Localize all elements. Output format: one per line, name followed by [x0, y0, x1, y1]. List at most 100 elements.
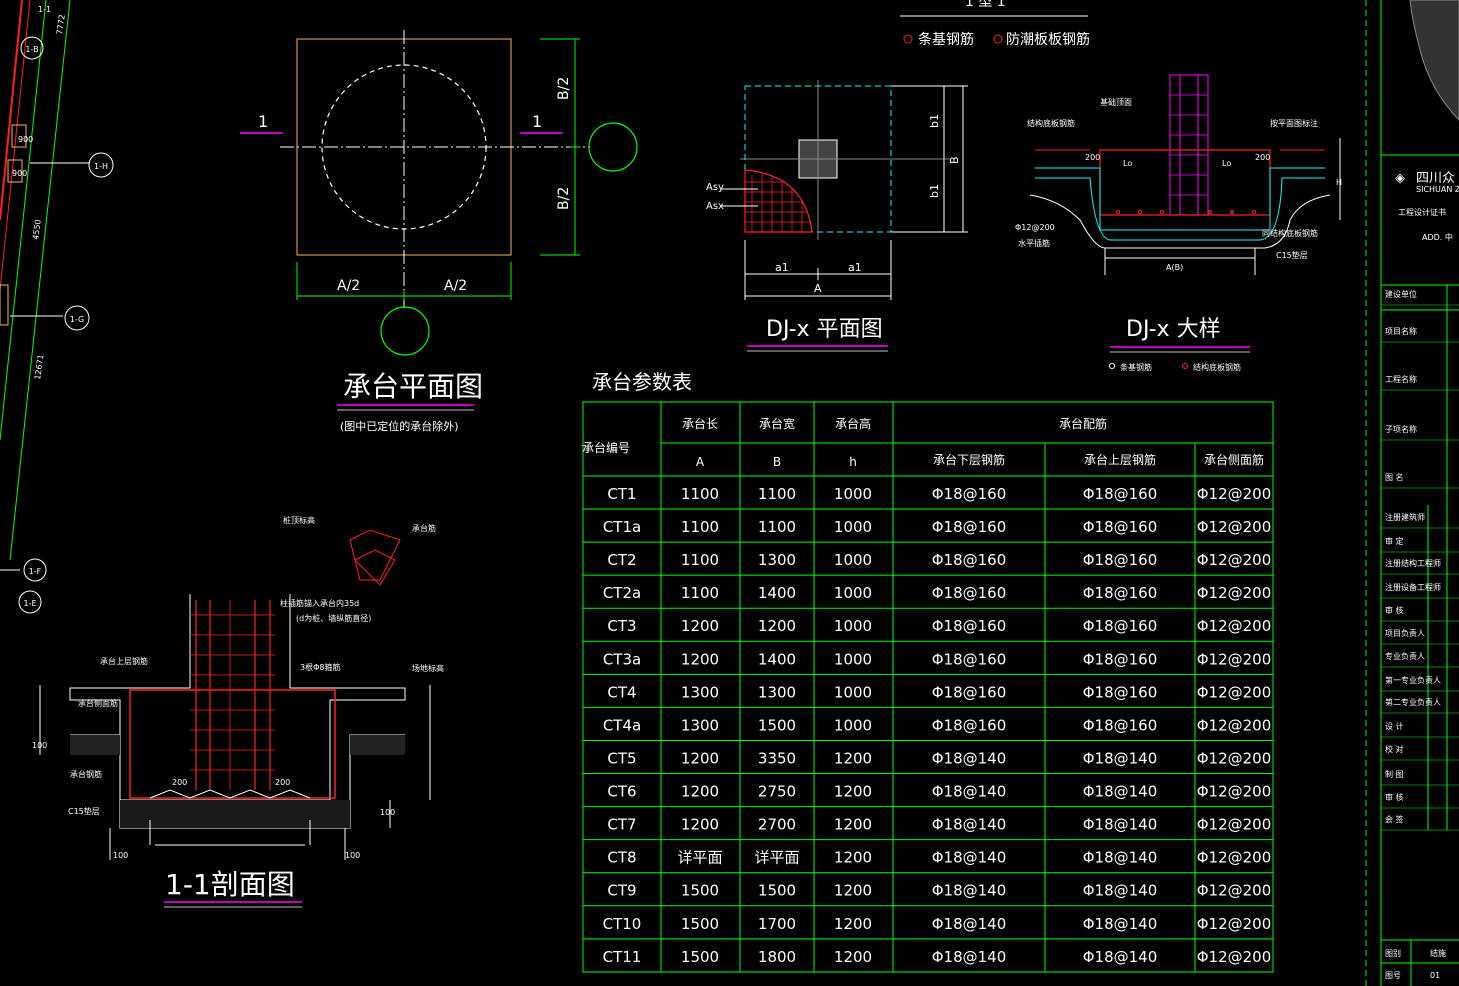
title-block-row-label: 审 核 [1385, 605, 1404, 615]
table-cell: 1100 [681, 584, 719, 602]
dim-a-half-right: A/2 [444, 278, 467, 294]
section-label-8: 承台筋 [412, 523, 436, 533]
dj-A: A [814, 282, 822, 295]
table-cell: 1800 [758, 948, 796, 966]
table-cell: 1200 [834, 749, 872, 767]
tb-footer1: 图别 [1385, 949, 1401, 958]
dj-detail-horizontal: 水平插筋 [1018, 238, 1050, 248]
dj-asx: Asx [706, 201, 724, 212]
table-cell: 1200 [834, 915, 872, 933]
table-cell: Φ18@140 [932, 948, 1007, 966]
table-cell: Φ18@160 [932, 650, 1007, 668]
table-cell: Φ18@140 [932, 783, 1007, 801]
title-block-row-label: 子项名称 [1385, 424, 1417, 434]
company-name-en: SICHUAN ZHO [1416, 185, 1459, 194]
title-block-row-label: 制 图 [1385, 769, 1404, 779]
table-cell: Φ18@160 [1083, 650, 1158, 668]
table-cell: 1500 [758, 716, 796, 734]
table-cell: Φ18@160 [932, 584, 1007, 602]
title-block-row-label: 第二专业负责人 [1385, 697, 1441, 707]
table-cell: 1300 [681, 716, 719, 734]
plan-subtitle: (图中已定位的承台除外) [340, 419, 459, 433]
section-label-0: 承台上层钢筋 [100, 656, 148, 666]
table-cell: CT3 [607, 617, 636, 635]
table-cell: Φ18@140 [932, 749, 1007, 767]
section-label-4: 柱插筋锚入承台内35d [280, 598, 359, 608]
table-cell: Φ18@160 [1083, 551, 1158, 569]
table-cell: CT1a [603, 518, 641, 536]
dj-detail: 基础顶面 按平面图标注 结构底板钢筋 Lo Lo 200 200 H Φ12@2… [1015, 74, 1342, 372]
section-label-5: (d为桩、墙纵筋直径) [296, 613, 371, 623]
table-cell: 1500 [681, 948, 719, 966]
table-cell: 1000 [834, 617, 872, 635]
title-block-row-label: 会 签 [1385, 814, 1404, 824]
table-cell: Φ18@160 [932, 617, 1007, 635]
table-cell: 1000 [834, 518, 872, 536]
section-mark-left: 1 [258, 112, 268, 131]
table-cell: 1200 [681, 650, 719, 668]
title-block-row-label: 工程名称 [1385, 374, 1417, 384]
table-cell: CT11 [603, 948, 642, 966]
title-block-row-label: 注册设备工程师 [1385, 582, 1441, 592]
pile-cap-plan: 1 1 B/2 B/2 A/2 A/2 承台平面图 (图中已定位的承台除外) [240, 30, 638, 433]
dj-detail-label-0: 按平面图标注 [1270, 118, 1318, 128]
table-cell: CT2a [603, 584, 641, 602]
table-cell: Φ18@140 [1083, 849, 1158, 867]
title-block-row-label: 注册建筑师 [1385, 512, 1425, 522]
table-cell: Φ18@140 [932, 882, 1007, 900]
table-cell: Φ12@200 [1197, 518, 1272, 536]
table-cell: Φ12@200 [1197, 551, 1272, 569]
table-cell: Φ18@140 [1083, 882, 1158, 900]
dj-detail-200-left: 200 [1085, 153, 1100, 162]
table-cell: Φ18@140 [1083, 915, 1158, 933]
table-cell: 1200 [758, 617, 796, 635]
table-cell: Φ18@160 [932, 551, 1007, 569]
table-cell: CT1 [607, 485, 636, 503]
tb-footer2-val: 01 [1430, 971, 1440, 980]
th-sub-side: 承台侧面筋 [1204, 452, 1264, 467]
table-cell: 1200 [681, 816, 719, 834]
table-cell: Φ12@200 [1197, 783, 1272, 801]
grid-label-1-1: 1-1 [38, 5, 51, 14]
dim-b-half-bottom: B/2 [556, 187, 572, 210]
table-cell: Φ12@200 [1197, 749, 1272, 767]
table-cell: 3350 [758, 749, 796, 767]
section-label-11: 200 [275, 778, 290, 787]
section-label-6: 3根Φ8箍筋 [300, 662, 340, 672]
title-block-row-label: 专业负责人 [1385, 651, 1425, 661]
table-cell: 1200 [681, 783, 719, 801]
table-cell: 1000 [834, 683, 872, 701]
table-cell: 1100 [681, 551, 719, 569]
th-id: 承台编号 [582, 440, 630, 455]
table-body: CT1 1100 1100 1000 Φ18@160 Φ18@160 Φ12@200 CT1a… [603, 485, 1272, 966]
table-title: 承台参数表 [592, 370, 692, 394]
table-cell: CT4 [607, 683, 636, 701]
company-name: 四川众 [1416, 171, 1455, 186]
title-block: ◈ 四川众 SICHUAN ZHO 工程设计证书 ADD. 中 建设单位项目名称… [1365, 0, 1459, 986]
dj-plan: Asy Asx b1 b1 B a1 a1 A DJ-x 平面图 [706, 80, 968, 352]
table-cell: Φ18@160 [932, 716, 1007, 734]
grid-label-1f: 1-F [29, 567, 42, 576]
grid-label-1b: 1-B [25, 45, 38, 54]
table-cell: CT5 [607, 749, 636, 767]
table-cell: Φ18@140 [932, 816, 1007, 834]
dj-B: B [948, 156, 961, 164]
th-hgt: 承台高 [835, 416, 871, 431]
table-cell: Φ18@160 [932, 485, 1007, 503]
table-cell: Φ18@160 [1083, 683, 1158, 701]
plan-title: 承台平面图 [343, 370, 483, 403]
title-block-row-label: 图 名 [1385, 472, 1404, 482]
table-cell: Φ12@200 [1197, 716, 1272, 734]
dj-detail-label-top: 基础顶面 [1100, 97, 1132, 107]
section-label-13: 100 [345, 851, 360, 860]
table-cell: Φ12@200 [1197, 683, 1272, 701]
table-cell: Φ12@200 [1197, 948, 1272, 966]
company-cert: 工程设计证书 [1398, 207, 1446, 217]
table-cell: Φ18@160 [932, 518, 1007, 536]
top-legend-item1: 条基钢筋 [918, 31, 974, 48]
table-cell: 1200 [834, 882, 872, 900]
table-cell: 1000 [834, 584, 872, 602]
title-block-row-label: 设 计 [1385, 721, 1404, 731]
th-sub-b: B [773, 455, 781, 469]
table-cell: 1100 [758, 485, 796, 503]
